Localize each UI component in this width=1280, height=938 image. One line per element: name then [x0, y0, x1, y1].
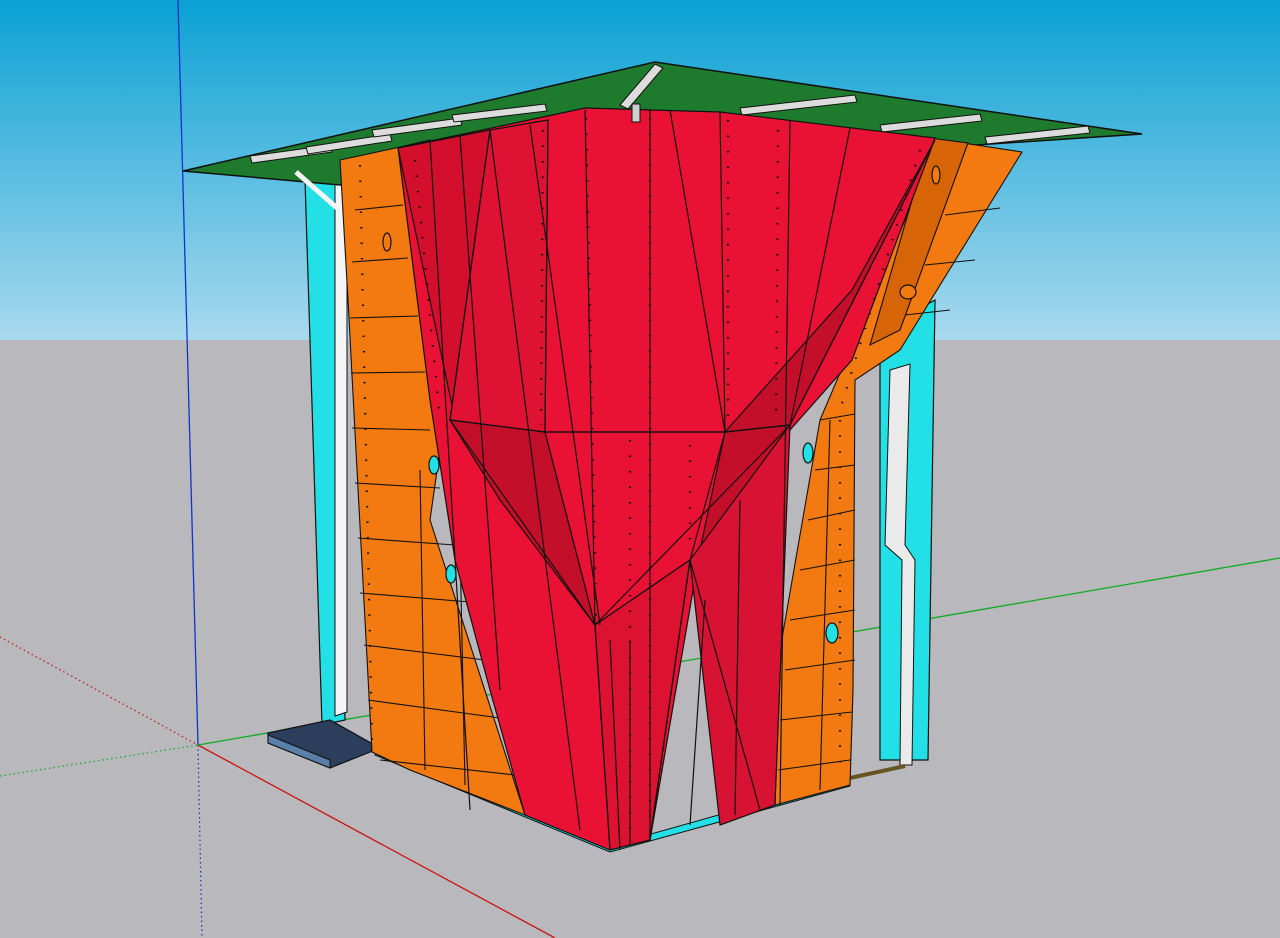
top-bracket: [631, 103, 641, 123]
modeling-viewport[interactable]: [0, 0, 1280, 938]
hold-icon: [445, 564, 457, 584]
hold-icon: [382, 232, 392, 252]
hold-icon: [428, 455, 440, 475]
hold-icon: [825, 622, 839, 644]
hold-icon: [802, 442, 814, 464]
hold-icon: [899, 284, 917, 300]
scene-canvas[interactable]: [0, 0, 1280, 938]
hold-icon: [931, 165, 941, 185]
